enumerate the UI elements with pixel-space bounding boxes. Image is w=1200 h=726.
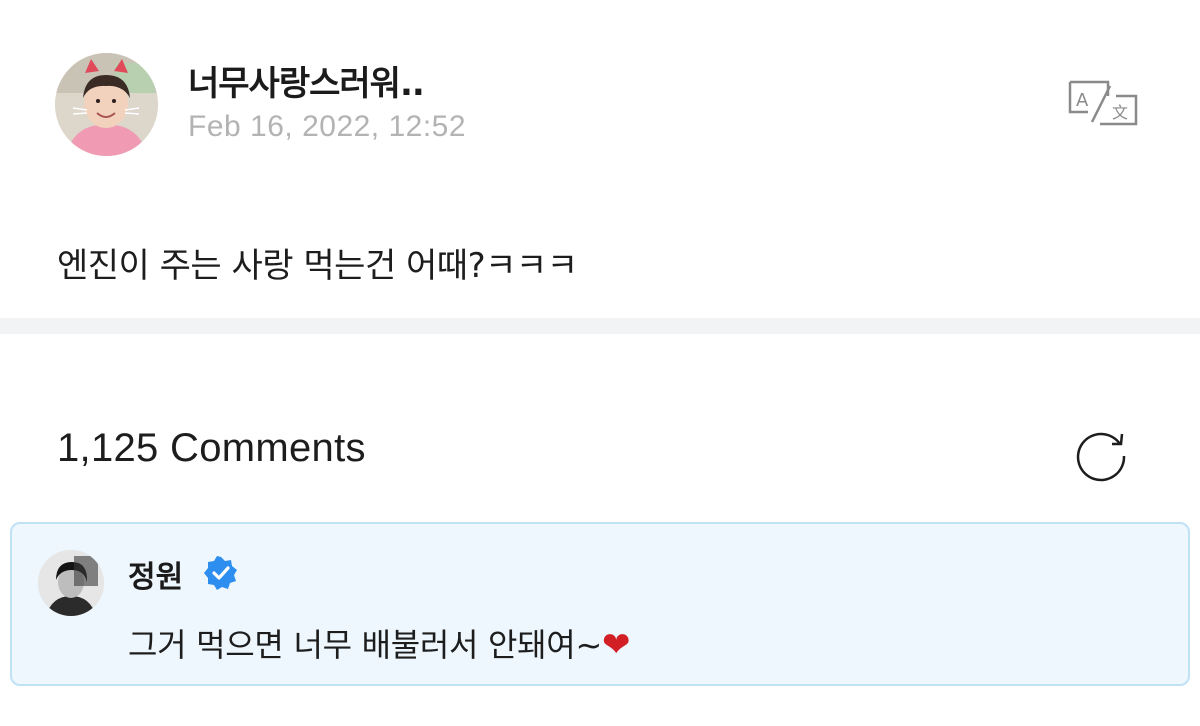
cat-filter-avatar-icon (55, 53, 158, 156)
translate-icon: A 文 (1068, 80, 1138, 126)
commenter-avatar[interactable] (38, 550, 104, 616)
translate-button[interactable]: A 文 (1066, 78, 1138, 126)
verified-badge-icon (204, 556, 238, 590)
comments-count: 1,125 Comments (57, 426, 366, 470)
post: 너무사랑스러워.. Feb 16, 2022, 12:52 A 文 엔진이 주는… (0, 0, 1200, 318)
heart-icon: ❤ (601, 625, 631, 665)
post-body: 엔진이 주는 사랑 먹는건 어때?ㅋㅋㅋ (57, 246, 578, 286)
post-date: Feb 16, 2022, 12:52 (188, 110, 467, 143)
commenter-avatar-icon (38, 550, 104, 616)
refresh-icon (1076, 432, 1126, 482)
svg-text:A: A (1076, 90, 1089, 111)
svg-text:文: 文 (1112, 103, 1128, 122)
comment-text: 그거 먹으면 너무 배불러서 안돼여~❤ (128, 620, 630, 666)
author-name[interactable]: 너무사랑스러워.. (188, 56, 425, 105)
refresh-button[interactable] (1072, 422, 1132, 482)
comment-author[interactable]: 정원 (128, 552, 183, 596)
comment-card[interactable]: 정원 그거 먹으면 너무 배불러서 안돼여~❤ (10, 522, 1190, 686)
comment-text-body: 그거 먹으면 너무 배불러서 안돼여~ (128, 626, 602, 664)
comments-section: 1,125 Comments 정원 그거 먹으면 너무 배불러서 안돼여~❤ (0, 334, 1200, 726)
author-avatar[interactable] (55, 53, 158, 156)
section-divider (0, 318, 1200, 334)
